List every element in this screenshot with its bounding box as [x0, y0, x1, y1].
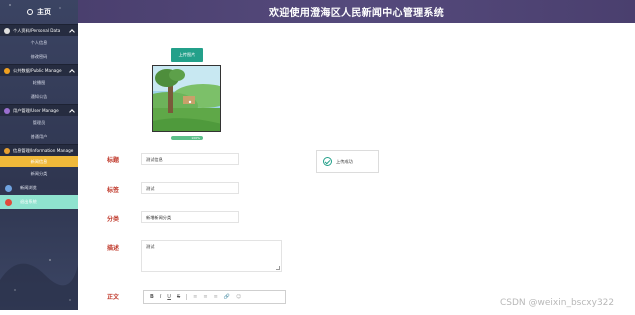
category-select[interactable]: 新增新闻分类 [141, 211, 239, 223]
chevron-up-icon [69, 68, 75, 75]
home-icon [27, 9, 33, 15]
resize-handle-icon[interactable] [276, 266, 280, 270]
sidebar-item-admin[interactable]: 管理员 [0, 116, 78, 130]
chevron-up-icon [69, 108, 75, 115]
title-label: 标题 [107, 157, 120, 164]
strikethrough-button[interactable]: S [177, 294, 180, 300]
body-label: 正文 [107, 294, 120, 301]
sidebar-item-notice[interactable]: 通知公告 [0, 90, 78, 104]
sidebar-section-users[interactable]: 用户管理/User Manage [0, 104, 78, 116]
description-label: 描述 [107, 245, 120, 252]
info-icon [4, 147, 10, 154]
emoji-button[interactable]: ☺ [236, 294, 241, 300]
tag-label: 标签 [107, 187, 120, 194]
toolbar-divider [186, 294, 188, 300]
sidebar-item-normal-user[interactable]: 普通用户 [0, 130, 78, 144]
sidebar-item-password[interactable]: 修改密码 [0, 50, 78, 64]
description-textarea[interactable]: 测试 [141, 240, 282, 272]
upload-image-button[interactable]: 上传图片 [171, 48, 203, 62]
upload-progress-bar: 100% [171, 136, 203, 140]
sidebar-item-logout[interactable]: 退出系统 [0, 195, 78, 209]
sidebar-item-news-info[interactable]: 新闻信息 [0, 156, 78, 167]
sidebar-section-public[interactable]: 公共数据/Public Manage [0, 64, 78, 76]
sidebar-section-personal[interactable]: 个人资料/Personal Data [0, 24, 78, 36]
sidebar-item-label: 新闻浏览 [20, 185, 37, 190]
sidebar-home-label: 主页 [37, 8, 51, 16]
chevron-up-icon [69, 28, 75, 35]
globe-icon [4, 67, 10, 74]
sidebar-item-carousel[interactable]: 轮播图 [0, 76, 78, 90]
toast-message: 上传成功 [336, 158, 353, 164]
sidebar-section-label: 个人资料/Personal Data [13, 27, 61, 33]
upload-success-toast: 上传成功 [316, 150, 379, 173]
sidebar-item-browse[interactable]: 新闻浏览 [0, 181, 78, 195]
header-bar: 欢迎使用澄海区人民新闻中心管理系统 [78, 0, 635, 23]
title-input[interactable]: 测试信息 [141, 153, 239, 165]
sidebar-section-info[interactable]: 信息管理/Information Manage [0, 144, 78, 156]
sidebar-section-label: 用户管理/User Manage [13, 107, 59, 113]
sidebar: 主页 个人资料/Personal Data 个人信息 修改密码 公共数据/Pub… [0, 0, 78, 310]
sidebar-home[interactable]: 主页 [0, 0, 78, 24]
uploaded-image-preview [152, 65, 221, 132]
tag-input[interactable]: 测试 [141, 182, 239, 194]
user-icon [4, 107, 10, 114]
link-button[interactable]: 🔗 [224, 294, 230, 300]
watermark: CSDN @weixin_bscxy322 [500, 298, 615, 308]
sidebar-item-label: 退出系统 [20, 199, 37, 204]
rich-text-toolbar: B I U S ≡ ≡ ≡ 🔗 ☺ [143, 290, 286, 304]
person-icon [4, 27, 10, 34]
align-left-button[interactable]: ≡ [193, 294, 197, 300]
app-root: 主页 个人资料/Personal Data 个人信息 修改密码 公共数据/Pub… [0, 0, 635, 315]
browse-icon [5, 184, 12, 192]
sidebar-section-label: 公共数据/Public Manage [13, 67, 62, 73]
align-center-button[interactable]: ≡ [203, 294, 207, 300]
italic-button[interactable]: I [160, 294, 161, 300]
sidebar-section-label: 信息管理/Information Manage [13, 147, 74, 153]
upload-progress-text: 100% [191, 136, 200, 140]
category-label: 分类 [107, 216, 120, 223]
sidebar-item-profile[interactable]: 个人信息 [0, 36, 78, 50]
bold-button[interactable]: B [150, 294, 154, 300]
underline-button[interactable]: U [167, 294, 171, 300]
check-circle-icon [323, 157, 332, 166]
logout-icon [5, 198, 12, 206]
align-right-button[interactable]: ≡ [214, 294, 218, 300]
landscape-image [153, 66, 220, 131]
description-text: 测试 [146, 244, 155, 249]
sidebar-item-news-category[interactable]: 新闻分类 [0, 167, 78, 181]
page-title: 欢迎使用澄海区人民新闻中心管理系统 [268, 8, 445, 19]
